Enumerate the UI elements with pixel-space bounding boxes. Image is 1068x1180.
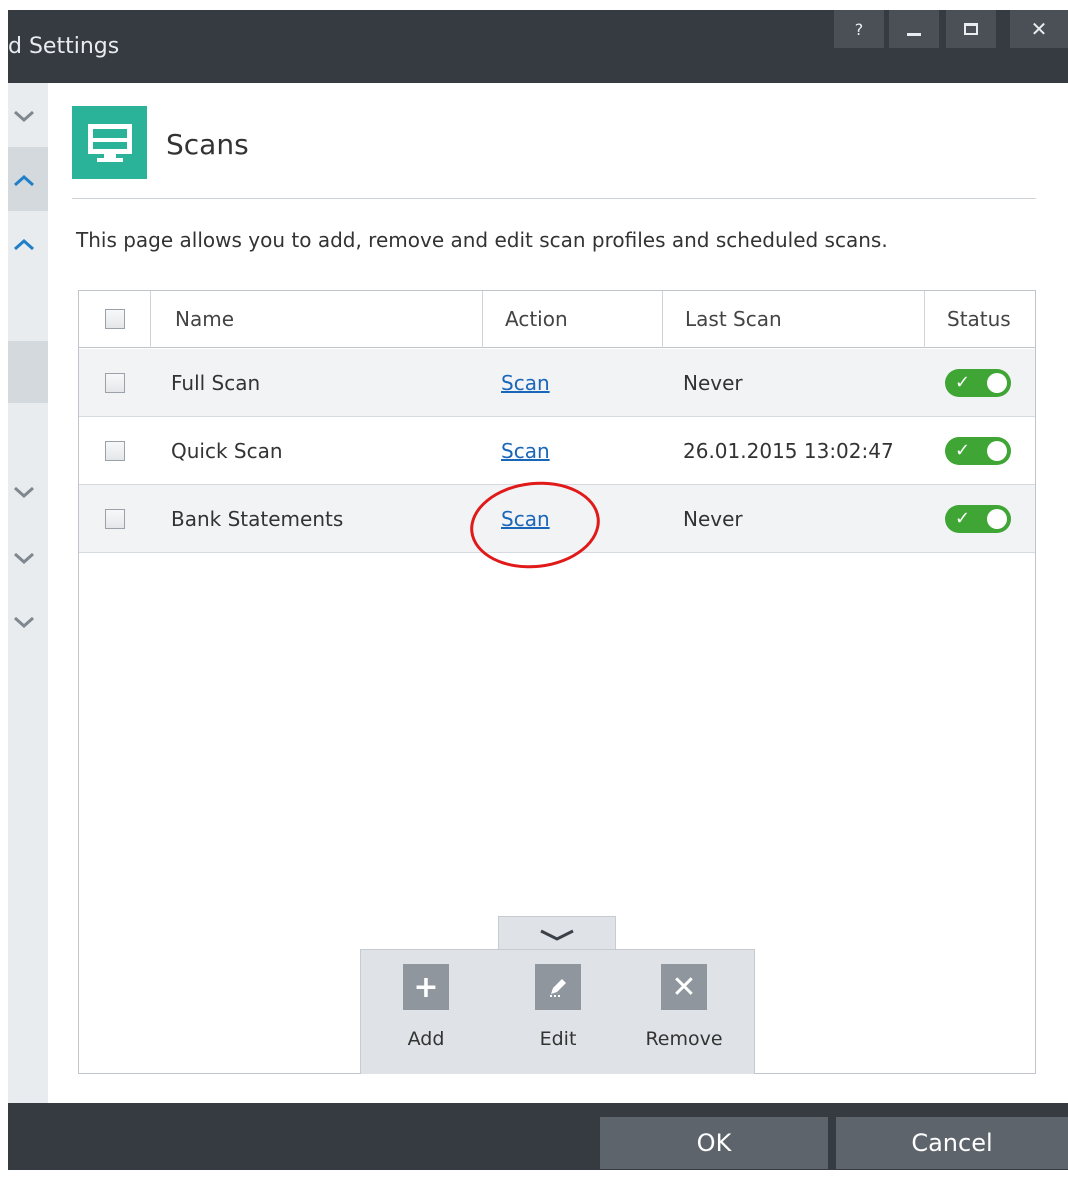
close-icon: ✕ — [1030, 17, 1048, 41]
chevron-down-icon[interactable] — [12, 483, 36, 501]
table-row[interactable]: Full Scan Scan Never ✓ — [79, 349, 1035, 417]
table-header: Name Action Last Scan Status — [79, 291, 1035, 348]
chevron-down-icon — [540, 929, 574, 941]
last-scan-value: Never — [683, 507, 743, 531]
title-bar: d Settings ? ✕ — [8, 10, 1068, 83]
chevron-up-icon[interactable] — [12, 235, 36, 253]
column-header-last-scan[interactable]: Last Scan — [663, 291, 925, 348]
scan-name: Bank Statements — [171, 507, 344, 531]
select-all-cell — [79, 291, 151, 348]
minimize-icon — [907, 32, 921, 36]
last-scan-value: Never — [683, 371, 743, 395]
page-title: Scans — [166, 128, 249, 161]
column-header-status[interactable]: Status — [925, 291, 1035, 348]
row-checkbox[interactable] — [105, 441, 125, 461]
close-button[interactable]: ✕ — [1010, 10, 1068, 48]
scan-action-link[interactable]: Scan — [501, 417, 550, 485]
scan-name: Quick Scan — [171, 439, 283, 463]
scan-action-link[interactable]: Scan — [501, 349, 550, 417]
window-title: d Settings — [8, 34, 120, 59]
column-header-name[interactable]: Name — [151, 291, 483, 348]
help-icon: ? — [854, 19, 864, 39]
table-row[interactable]: Quick Scan Scan 26.01.2015 13:02:47 ✓ — [79, 417, 1035, 485]
help-button[interactable]: ? — [834, 10, 884, 48]
chevron-down-icon[interactable] — [12, 549, 36, 567]
action-drawer: + Add Edit ✕ Remove — [360, 949, 755, 1074]
check-icon: ✓ — [955, 372, 971, 393]
check-icon: ✓ — [955, 440, 971, 461]
minimize-button[interactable] — [889, 10, 939, 48]
last-scan-value: 26.01.2015 13:02:47 — [683, 439, 894, 463]
status-toggle[interactable]: ✓ — [945, 505, 1011, 533]
maximize-button[interactable] — [946, 10, 996, 48]
chevron-down-icon[interactable] — [12, 107, 36, 125]
chevron-up-icon[interactable] — [12, 171, 36, 189]
remove-button[interactable]: ✕ Remove — [639, 964, 729, 1050]
select-all-checkbox[interactable] — [105, 309, 125, 329]
monitor-icon — [72, 106, 147, 179]
pencil-icon — [535, 964, 581, 1010]
edit-button[interactable]: Edit — [513, 964, 603, 1050]
check-icon: ✓ — [955, 508, 971, 529]
header-divider — [72, 198, 1036, 199]
row-checkbox[interactable] — [105, 373, 125, 393]
edit-label: Edit — [539, 1028, 577, 1050]
status-toggle[interactable]: ✓ — [945, 437, 1011, 465]
chevron-down-icon[interactable] — [12, 613, 36, 631]
nav-item-active[interactable] — [8, 341, 48, 403]
settings-window: d Settings ? ✕ Scans This page allows yo… — [8, 10, 1068, 1170]
add-label: Add — [407, 1028, 445, 1050]
maximize-icon — [964, 23, 978, 35]
left-nav — [8, 83, 48, 1103]
cancel-button[interactable]: Cancel — [836, 1117, 1068, 1169]
ok-button[interactable]: OK — [600, 1117, 828, 1169]
page-description: This page allows you to add, remove and … — [76, 228, 888, 252]
column-header-action[interactable]: Action — [483, 291, 663, 348]
footer-bar: OK Cancel — [8, 1103, 1068, 1170]
x-icon: ✕ — [661, 964, 707, 1010]
collapse-drawer-tab[interactable] — [498, 916, 616, 952]
status-toggle[interactable]: ✓ — [945, 369, 1011, 397]
remove-label: Remove — [645, 1028, 723, 1050]
scan-name: Full Scan — [171, 371, 261, 395]
add-button[interactable]: + Add — [381, 964, 471, 1050]
plus-icon: + — [403, 964, 449, 1010]
row-checkbox[interactable] — [105, 509, 125, 529]
